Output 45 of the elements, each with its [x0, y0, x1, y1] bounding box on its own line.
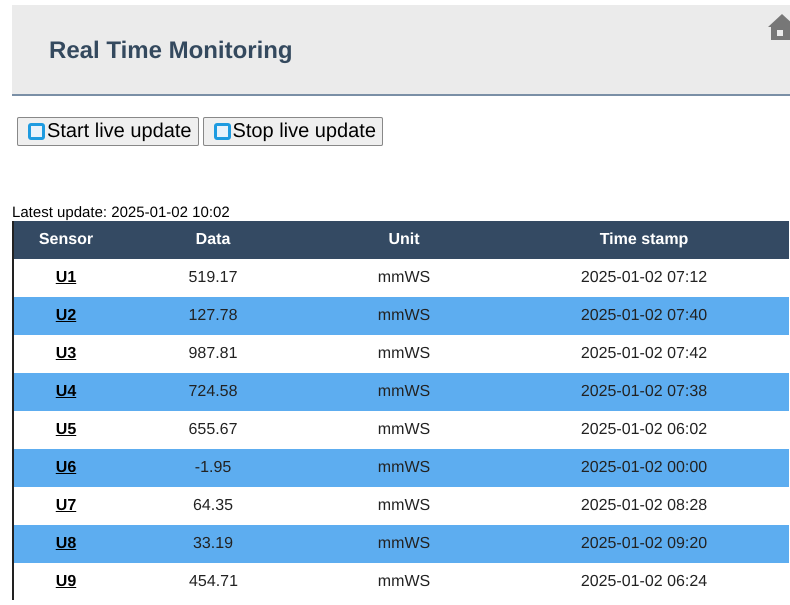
sensor-link[interactable]: U7	[56, 497, 76, 514]
table-cell: 2025-01-02 08:28	[499, 487, 789, 525]
sensor-link[interactable]: U8	[56, 535, 76, 552]
table-cell: mmWS	[309, 335, 499, 373]
table-cell: mmWS	[309, 449, 499, 487]
column-header: Time stamp	[499, 221, 789, 259]
table-cell: 127.78	[118, 297, 309, 335]
table-cell: 2025-01-02 07:38	[499, 373, 789, 411]
sensor-link[interactable]: U9	[56, 573, 76, 590]
toolbar-button[interactable]: Stop live update	[202, 117, 383, 146]
column-header: Sensor	[13, 221, 118, 259]
table-cell: 655.67	[118, 411, 309, 449]
sensor-link[interactable]: U6	[56, 459, 76, 476]
latest-update-text: Latest update: 2025-01-02 10:02	[12, 205, 231, 221]
table-cell: mmWS	[309, 525, 499, 563]
table-cell: 2025-01-02 07:40	[499, 297, 789, 335]
table-cell: 2025-01-02 00:00	[499, 449, 789, 487]
home-icon[interactable]	[767, 12, 790, 42]
table-cell: 519.17	[118, 259, 309, 297]
sensor-link[interactable]: U2	[56, 307, 76, 324]
table-cell: mmWS	[309, 563, 499, 600]
table-cell: 33.19	[118, 525, 309, 563]
table-cell: 987.81	[118, 335, 309, 373]
sensor-link[interactable]: U5	[56, 421, 76, 438]
column-header: Unit	[309, 221, 499, 259]
table-cell: mmWS	[309, 297, 499, 335]
table-cell: 2025-01-02 06:02	[499, 411, 789, 449]
table-cell: mmWS	[309, 411, 499, 449]
table-cell: 2025-01-02 07:42	[499, 335, 789, 373]
table-cell: 2025-01-02 09:20	[499, 525, 789, 563]
page-title: Real Time Monitoring	[49, 37, 293, 65]
sensor-link[interactable]: U3	[56, 345, 76, 362]
column-header: Data	[118, 221, 309, 259]
sensor-link[interactable]: U4	[56, 383, 76, 400]
table-cell: mmWS	[309, 373, 499, 411]
table-cell: -1.95	[118, 449, 309, 487]
toolbar-button[interactable]: Start live update	[17, 117, 199, 146]
table-cell: mmWS	[309, 259, 499, 297]
table-cell: 2025-01-02 07:12	[499, 259, 789, 297]
table-cell: 2025-01-02 06:24	[499, 563, 789, 600]
table-cell: 64.35	[118, 487, 309, 525]
sensor-link[interactable]: U1	[56, 269, 76, 286]
table-cell: mmWS	[309, 487, 499, 525]
table-cell: 454.71	[118, 563, 309, 600]
table-cell: 724.58	[118, 373, 309, 411]
